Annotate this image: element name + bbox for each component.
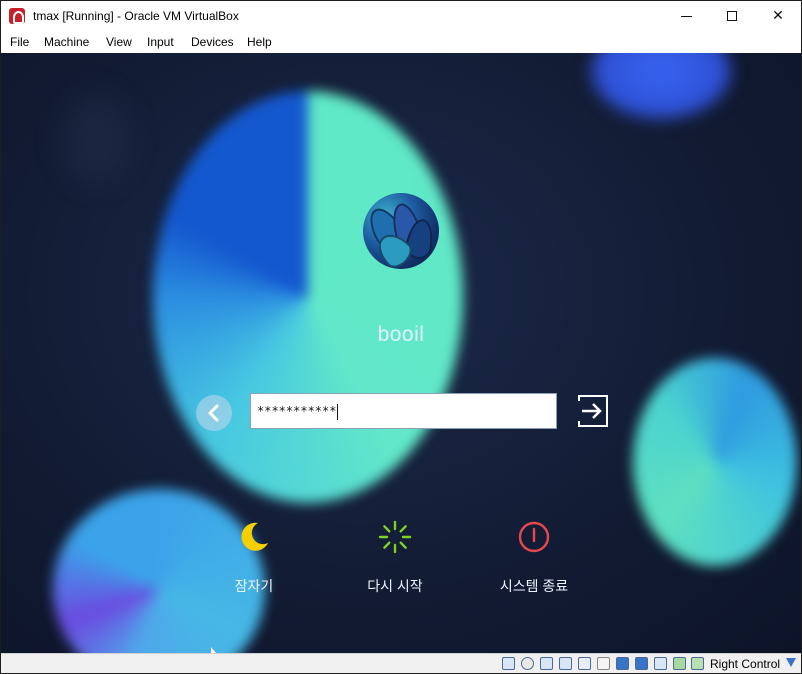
sign-in-icon (578, 395, 608, 427)
network-icon[interactable] (559, 657, 572, 670)
window-title: tmax [Running] - Oracle VM VirtualBox (33, 9, 239, 23)
close-button[interactable]: ✕ (755, 1, 801, 31)
back-button[interactable] (196, 395, 232, 431)
menu-help[interactable]: Help (247, 35, 272, 49)
title-bar[interactable]: tmax [Running] - Oracle VM VirtualBox ✕ (1, 1, 801, 31)
shutdown-label: 시스템 종료 (499, 578, 569, 594)
background-shape (591, 53, 731, 119)
minimize-button[interactable] (663, 1, 709, 31)
menu-machine[interactable]: Machine (44, 35, 89, 49)
shared-folders-icon[interactable] (597, 657, 610, 670)
guest-display[interactable]: booil *********** 잠자기 다시 시작 시스템 종료 (1, 53, 801, 653)
cpu-icon[interactable] (654, 657, 667, 670)
menu-file[interactable]: File (10, 35, 29, 49)
sleep-button[interactable]: 잠자기 (194, 517, 314, 596)
minimize-icon (680, 15, 692, 17)
keyboard-icon[interactable] (691, 657, 704, 670)
virtualbox-window: tmax [Running] - Oracle VM VirtualBox ✕ … (0, 0, 802, 674)
close-icon: ✕ (772, 8, 784, 24)
password-field[interactable]: *********** (250, 393, 557, 429)
status-bar: Right Control (1, 653, 801, 673)
background-shape (153, 91, 463, 503)
maximize-button[interactable] (709, 1, 755, 31)
restart-button[interactable]: 다시 시작 (335, 517, 455, 596)
menu-bar: File Machine View Input Devices Help (1, 31, 801, 53)
restart-label: 다시 시작 (367, 578, 423, 594)
display-icon[interactable] (616, 657, 629, 670)
virtualbox-app-icon (9, 8, 25, 24)
host-key-arrow-icon[interactable] (786, 658, 796, 667)
username-label: booil (377, 323, 425, 346)
usb-icon[interactable] (578, 657, 591, 670)
text-caret (337, 403, 339, 420)
background-shape (633, 358, 797, 566)
chevron-left-icon (208, 404, 219, 422)
video-capture-icon[interactable] (635, 657, 648, 670)
menu-devices[interactable]: Devices (191, 35, 234, 49)
login-button[interactable] (576, 393, 610, 429)
user-avatar (363, 193, 439, 269)
password-mask: *********** (257, 404, 337, 418)
mouse-integration-icon[interactable] (673, 657, 686, 670)
hard-disk-icon[interactable] (502, 657, 515, 670)
host-key-label: Right Control (710, 657, 781, 671)
moon-icon (234, 517, 274, 557)
audio-icon[interactable] (540, 657, 553, 670)
sleep-label: 잠자기 (234, 578, 274, 594)
power-icon (514, 517, 554, 557)
restart-icon (375, 517, 415, 557)
optical-drive-icon[interactable] (521, 657, 534, 670)
maximize-icon (727, 11, 737, 21)
menu-input[interactable]: Input (147, 35, 174, 49)
background-shape (61, 93, 131, 183)
menu-view[interactable]: View (106, 35, 132, 49)
shutdown-button[interactable]: 시스템 종료 (474, 517, 594, 596)
